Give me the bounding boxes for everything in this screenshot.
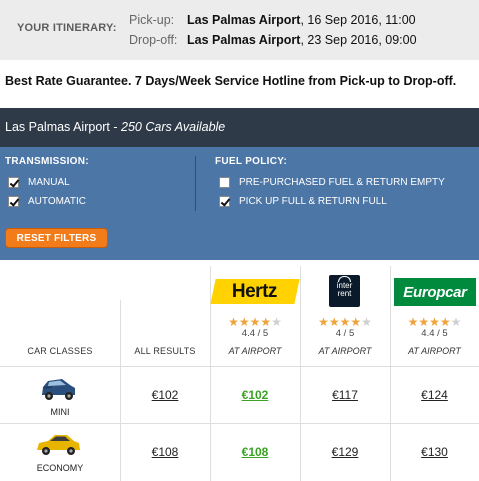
pickup-row: Pick-up: Las Palmas Airport, 16 Sep 2016,…: [129, 13, 416, 27]
transmission-title: TRANSMISSION:: [5, 156, 89, 167]
hertz-logo-text: Hertz: [232, 280, 278, 302]
location-separator: -: [109, 120, 122, 134]
filter-divider: [195, 156, 196, 211]
car-classes-header: CAR CLASSES: [27, 346, 93, 356]
manual-label: MANUAL: [28, 177, 70, 188]
pickup-key: Pick-up:: [129, 13, 175, 27]
automatic-label: AUTOMATIC: [28, 196, 86, 207]
full-to-full-option[interactable]: PICK UP FULL & RETURN FULL: [219, 196, 387, 207]
interrent-logo[interactable]: inter rent: [329, 275, 360, 307]
itinerary-label: YOUR ITINERARY:: [17, 22, 117, 34]
guarantee-text: Best Rate Guarantee. 7 Days/Week Service…: [5, 74, 457, 88]
hertz-rating: 4.4 / 5: [241, 328, 269, 339]
interrent-stars: ★★★★★: [318, 315, 372, 329]
comparison-table: CAR CLASSES ALL RESULTS Hertz ★★★★★ 4.4 …: [0, 266, 479, 481]
dropoff-key: Drop-off:: [129, 33, 178, 47]
filter-panel: TRANSMISSION: MANUAL AUTOMATIC FUEL POLI…: [0, 147, 479, 260]
all-results-header: ALL RESULTS: [134, 346, 196, 356]
mini-europcar-price[interactable]: €124: [390, 388, 479, 402]
economy-all-results-price[interactable]: €108: [120, 445, 210, 459]
dropoff-row: Drop-off: Las Palmas Airport, 23 Sep 2016…: [129, 33, 417, 47]
prepurchased-fuel-option[interactable]: PRE-PURCHASED FUEL & RETURN EMPTY: [219, 177, 445, 188]
itinerary-header: YOUR ITINERARY: Pick-up: Las Palmas Airpo…: [0, 0, 479, 60]
dropoff-datetime: , 23 Sep 2016, 09:00: [300, 33, 417, 47]
prepurchased-fuel-label: PRE-PURCHASED FUEL & RETURN EMPTY: [239, 177, 445, 188]
location-name: Las Palmas Airport: [5, 120, 110, 134]
economy-class-label: ECONOMY: [36, 463, 84, 473]
hertz-logo[interactable]: Hertz: [210, 279, 300, 304]
grid-line: [0, 423, 479, 424]
automatic-checkbox[interactable]: [8, 196, 19, 207]
dropoff-location: Las Palmas Airport: [187, 33, 301, 47]
economy-europcar-price[interactable]: €130: [390, 445, 479, 459]
interrent-location: AT AIRPORT: [318, 346, 372, 356]
interrent-logo-ring: [338, 276, 351, 282]
location-title: Las Palmas Airport - 250 Cars Available: [5, 120, 225, 134]
mini-interrent-price[interactable]: €117: [300, 388, 390, 402]
grid-line: [0, 366, 479, 367]
economy-car-icon: [37, 435, 80, 455]
pickup-datetime: , 16 Sep 2016, 11:00: [300, 13, 416, 27]
mini-hertz-price[interactable]: €102: [210, 388, 300, 402]
cars-available: 250 Cars Available: [121, 120, 226, 134]
hertz-location: AT AIRPORT: [228, 346, 282, 356]
mini-car-icon: [42, 379, 75, 400]
economy-hertz-price[interactable]: €108: [210, 445, 300, 459]
hertz-stars: ★★★★★: [228, 315, 282, 329]
europcar-logo[interactable]: Europcar: [394, 278, 476, 306]
fuel-policy-title: FUEL POLICY:: [215, 156, 288, 167]
manual-option[interactable]: MANUAL: [8, 177, 70, 188]
prepurchased-fuel-checkbox[interactable]: [219, 177, 230, 188]
location-bar: Las Palmas Airport - 250 Cars Available: [0, 108, 479, 147]
europcar-stars: ★★★★★: [407, 315, 462, 329]
interrent-logo-line2: rent: [337, 289, 352, 298]
manual-checkbox[interactable]: [8, 177, 19, 188]
interrent-rating: 4 / 5: [335, 328, 355, 339]
economy-interrent-price[interactable]: €129: [300, 445, 390, 459]
europcar-rating: 4.4 / 5: [421, 328, 448, 339]
pickup-location: Las Palmas Airport: [187, 13, 301, 27]
mini-class-label: MINI: [50, 407, 70, 417]
mini-all-results-price[interactable]: €102: [120, 388, 210, 402]
full-to-full-checkbox[interactable]: [219, 196, 230, 207]
reset-filters-button[interactable]: RESET FILTERS: [5, 228, 108, 248]
automatic-option[interactable]: AUTOMATIC: [8, 196, 86, 207]
europcar-location: AT AIRPORT: [408, 346, 461, 356]
full-to-full-label: PICK UP FULL & RETURN FULL: [239, 196, 387, 207]
